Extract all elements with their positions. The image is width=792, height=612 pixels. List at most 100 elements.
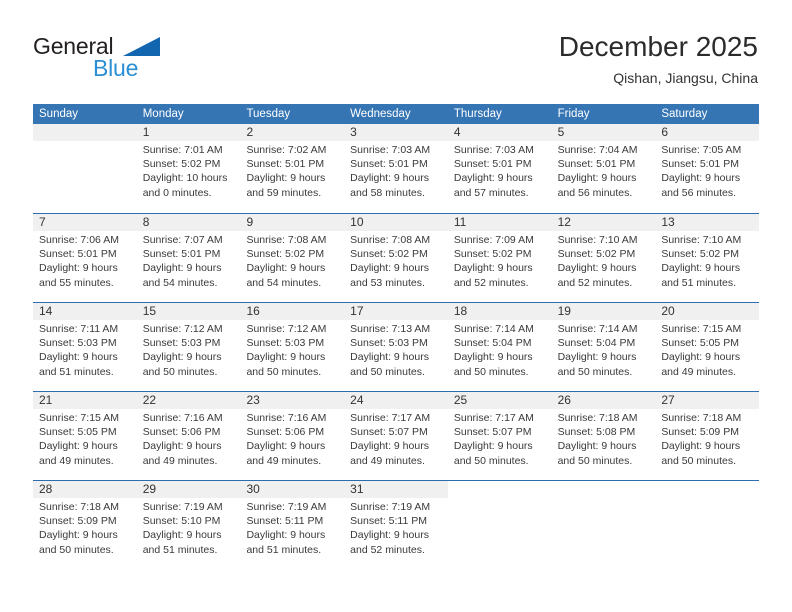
daylight-duration-line1: Daylight: 9 hours (661, 262, 741, 275)
logo-text-blue: Blue (93, 55, 139, 81)
daylight-duration-line2: and 54 minutes. (142, 276, 218, 289)
calendar-grid: Sunday Monday Tuesday Wednesday Thursday Frid… (33, 104, 759, 569)
day-sun-info: Sunrise: 7:09 AM Sunset: 5:02 PM Daylight:… (454, 233, 546, 290)
daylight-duration-line2: and 50 minutes. (453, 454, 529, 467)
calendar-day-cell[interactable]: 6 Sunrise: 7:05 AM Sunset: 5:01 PM Daylight… (655, 124, 759, 213)
day-number: 23 (246, 393, 260, 407)
calendar-day-cell[interactable]: 27 Sunrise: 7:18 AM Sunset: 5:09 PM Dayligh… (655, 392, 759, 480)
sunset-time: Sunset: 5:02 PM (142, 158, 221, 171)
sunset-time: Sunset: 5:01 PM (453, 158, 532, 171)
day-sun-info: Sunrise: 7:11 AM Sunset: 5:03 PM Daylight:… (39, 322, 131, 379)
sunrise-time: Sunrise: 7:09 AM (453, 234, 534, 246)
sunrise-time: Sunrise: 7:18 AM (39, 501, 119, 513)
day-number: 13 (661, 215, 675, 229)
calendar-day-cell[interactable]: 15 Sunrise: 7:12 AM Sunset: 5:03 PM Dayligh… (137, 303, 241, 391)
sunrise-time: Sunrise: 7:12 AM (142, 323, 223, 335)
calendar-day-cell[interactable]: 29 Sunrise: 7:19 AM Sunset: 5:10 PM Dayligh… (137, 481, 241, 569)
weekday-header-row: Sunday Monday Tuesday Wednesday Thursday Frid… (33, 104, 759, 124)
calendar-day-cell-empty (448, 481, 552, 569)
calendar-day-cell[interactable]: 8 Sunrise: 7:07 AM Sunset: 5:01 PM Daylight… (137, 214, 241, 302)
calendar-day-cell[interactable]: 28 Sunrise: 7:18 AM Sunset: 5:09 PM Dayligh… (33, 481, 137, 569)
calendar-week-row: 1 Sunrise: 7:01 AM Sunset: 5:02 PM Daylight… (33, 124, 759, 213)
sunrise-time: Sunrise: 7:01 AM (142, 144, 223, 156)
calendar-day-cell[interactable]: 23 Sunrise: 7:16 AM Sunset: 5:06 PM Dayligh… (240, 392, 344, 480)
daylight-duration-line2: and 49 minutes. (246, 454, 322, 467)
sunrise-time: Sunrise: 7:06 AM (39, 234, 119, 246)
sunrise-time: Sunrise: 7:13 AM (350, 323, 431, 335)
sunrise-time: Sunrise: 7:19 AM (142, 501, 223, 513)
daylight-duration-line1: Daylight: 9 hours (39, 440, 118, 453)
sunrise-time: Sunrise: 7:08 AM (246, 234, 327, 246)
daylight-duration-line1: Daylight: 9 hours (453, 351, 533, 364)
day-sun-info: Sunrise: 7:07 AM Sunset: 5:01 PM Daylight:… (143, 233, 235, 290)
calendar-day-cell[interactable]: 1 Sunrise: 7:01 AM Sunset: 5:02 PM Daylight… (137, 124, 241, 213)
day-number: 9 (246, 215, 254, 229)
sunset-time: Sunset: 5:09 PM (661, 426, 739, 439)
calendar-day-cell[interactable]: 31 Sunrise: 7:19 AM Sunset: 5:11 PM Dayligh… (344, 481, 448, 569)
daylight-duration-line1: Daylight: 9 hours (39, 529, 118, 542)
daylight-duration-line2: and 51 minutes. (39, 365, 114, 378)
weekday-header-wednesday: Wednesday (350, 108, 411, 120)
weekday-header-sunday: Sunday (39, 108, 79, 120)
page-title: December 2025 (558, 31, 758, 62)
triangle-icon (123, 37, 160, 56)
calendar-day-cell[interactable]: 17 Sunrise: 7:13 AM Sunset: 5:03 PM Dayligh… (344, 303, 448, 391)
sunset-time: Sunset: 5:11 PM (350, 515, 428, 528)
calendar-day-cell[interactable]: 2 Sunrise: 7:02 AM Sunset: 5:01 PM Daylight… (240, 124, 344, 213)
calendar-day-cell[interactable]: 18 Sunrise: 7:14 AM Sunset: 5:04 PM Dayligh… (448, 303, 552, 391)
calendar-day-cell[interactable]: 24 Sunrise: 7:17 AM Sunset: 5:07 PM Dayligh… (344, 392, 448, 480)
calendar-day-cell[interactable]: 7 Sunrise: 7:06 AM Sunset: 5:01 PM Daylight… (33, 214, 137, 302)
day-number: 11 (453, 215, 467, 229)
sunrise-time: Sunrise: 7:11 AM (39, 323, 119, 335)
sunrise-time: Sunrise: 7:14 AM (453, 323, 534, 335)
daylight-duration-line2: and 52 minutes. (453, 276, 529, 289)
calendar-day-cell[interactable]: 10 Sunrise: 7:08 AM Sunset: 5:02 PM Dayligh… (344, 214, 448, 302)
weekday-header-monday: Monday (142, 108, 184, 120)
calendar-day-cell[interactable]: 9 Sunrise: 7:08 AM Sunset: 5:02 PM Daylight… (240, 214, 344, 302)
calendar-week-row: 21 Sunrise: 7:15 AM Sunset: 5:05 PM Dayligh… (33, 391, 759, 480)
daylight-duration-line2: and 50 minutes. (246, 365, 322, 378)
day-number: 17 (350, 304, 364, 318)
calendar-day-cell[interactable]: 11 Sunrise: 7:09 AM Sunset: 5:02 PM Dayligh… (448, 214, 552, 302)
day-sun-info: Sunrise: 7:04 AM Sunset: 5:01 PM Daylight:… (558, 143, 650, 200)
sunrise-time: Sunrise: 7:04 AM (557, 144, 638, 156)
calendar-day-cell[interactable]: 25 Sunrise: 7:17 AM Sunset: 5:07 PM Dayligh… (448, 392, 552, 480)
daylight-duration-line1: Daylight: 9 hours (350, 172, 429, 185)
daylight-duration-line1: Daylight: 9 hours (142, 440, 222, 453)
calendar-day-cell[interactable]: 26 Sunrise: 7:18 AM Sunset: 5:08 PM Dayligh… (552, 392, 656, 480)
calendar-day-cell-empty (655, 481, 759, 569)
day-sun-info: Sunrise: 7:02 AM Sunset: 5:01 PM Daylight:… (246, 143, 338, 200)
day-sun-info: Sunrise: 7:13 AM Sunset: 5:03 PM Daylight:… (350, 322, 442, 379)
sunrise-time: Sunrise: 7:19 AM (246, 501, 327, 513)
day-number: 28 (39, 482, 53, 496)
calendar-day-cell[interactable]: 14 Sunrise: 7:11 AM Sunset: 5:03 PM Dayligh… (33, 303, 137, 391)
day-number: 7 (39, 215, 46, 229)
weekday-header-tuesday: Tuesday (246, 108, 291, 120)
calendar-day-cell[interactable]: 30 Sunrise: 7:19 AM Sunset: 5:11 PM Dayligh… (240, 481, 344, 569)
daylight-duration-line1: Daylight: 9 hours (142, 529, 222, 542)
day-sun-info: Sunrise: 7:16 AM Sunset: 5:06 PM Daylight:… (143, 411, 235, 468)
sunrise-time: Sunrise: 7:17 AM (453, 412, 534, 424)
day-sun-info: Sunrise: 7:12 AM Sunset: 5:03 PM Daylight:… (143, 322, 235, 379)
calendar-day-cell[interactable]: 5 Sunrise: 7:04 AM Sunset: 5:01 PM Daylight… (552, 124, 656, 213)
calendar-day-cell[interactable]: 20 Sunrise: 7:15 AM Sunset: 5:05 PM Dayligh… (655, 303, 759, 391)
daylight-duration-line1: Daylight: 9 hours (661, 172, 741, 185)
calendar-day-cell[interactable]: 4 Sunrise: 7:03 AM Sunset: 5:01 PM Daylight… (448, 124, 552, 213)
calendar-day-cell[interactable]: 19 Sunrise: 7:14 AM Sunset: 5:04 PM Dayligh… (552, 303, 656, 391)
day-number: 10 (350, 215, 364, 229)
general-blue-logo[interactable]: General Blue (33, 33, 203, 85)
calendar-day-cell[interactable]: 22 Sunrise: 7:16 AM Sunset: 5:06 PM Dayligh… (137, 392, 241, 480)
daylight-duration-line2: and 50 minutes. (661, 454, 737, 467)
calendar-day-cell[interactable]: 12 Sunrise: 7:10 AM Sunset: 5:02 PM Dayligh… (552, 214, 656, 302)
calendar-day-cell[interactable]: 13 Sunrise: 7:10 AM Sunset: 5:02 PM Dayligh… (655, 214, 759, 302)
calendar-day-cell[interactable]: 21 Sunrise: 7:15 AM Sunset: 5:05 PM Dayligh… (33, 392, 137, 480)
calendar-day-cell[interactable]: 3 Sunrise: 7:03 AM Sunset: 5:01 PM Daylight… (344, 124, 448, 213)
sunset-time: Sunset: 5:05 PM (661, 337, 739, 350)
day-number: 31 (350, 482, 364, 496)
calendar-day-cell[interactable]: 16 Sunrise: 7:12 AM Sunset: 5:03 PM Dayligh… (240, 303, 344, 391)
sunrise-time: Sunrise: 7:10 AM (557, 234, 638, 246)
sunset-time: Sunset: 5:02 PM (453, 248, 532, 261)
calendar-page: General Blue December 2025 Qishan, Jiang… (0, 0, 792, 612)
calendar-day-list: 7 Sunrise: 7:06 AM Sunset: 5:01 PM Daylight… (33, 214, 759, 302)
daylight-duration-line2: and 50 minutes. (39, 543, 114, 556)
